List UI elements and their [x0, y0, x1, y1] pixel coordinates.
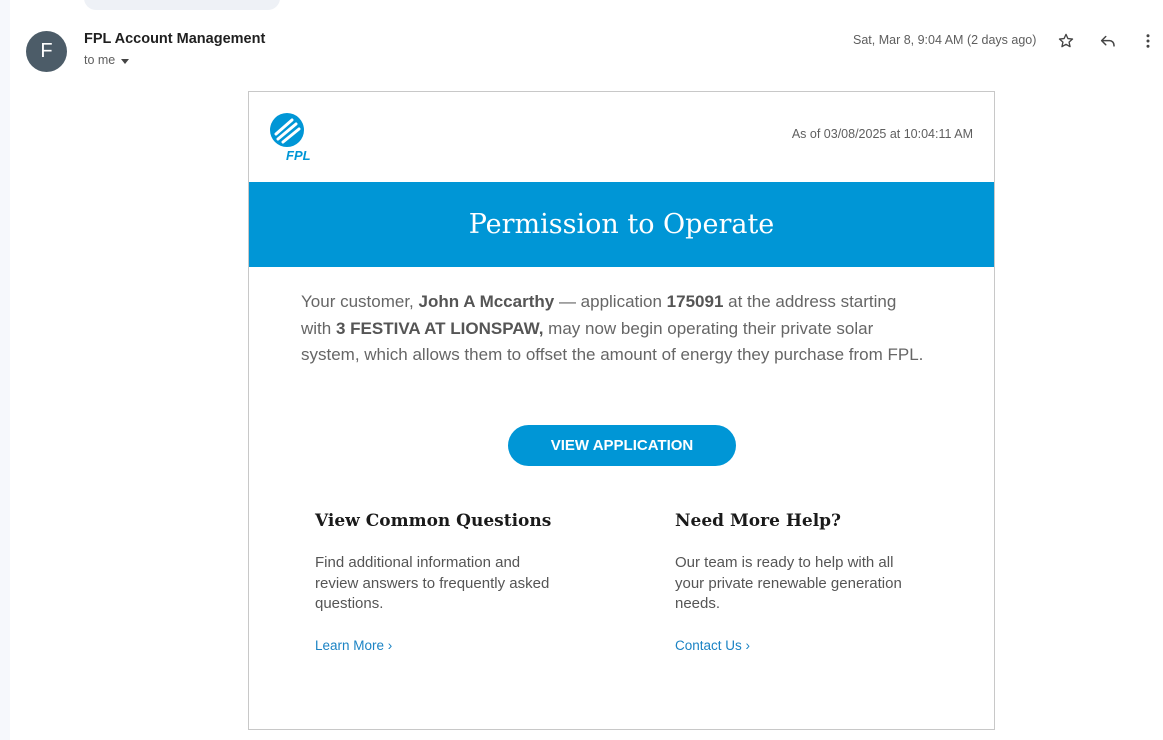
- address: 3 FESTIVA AT LIONSPAW,: [335, 318, 544, 338]
- banner-title: Permission to Operate: [468, 209, 775, 240]
- recipient-details-toggle[interactable]: to me: [84, 53, 130, 67]
- caret-down-icon: [121, 58, 130, 64]
- title-banner: Permission to Operate: [249, 182, 994, 267]
- avatar-letter: F: [40, 40, 53, 62]
- sender-avatar[interactable]: F: [26, 31, 67, 72]
- star-icon[interactable]: [1055, 30, 1077, 52]
- view-application-button[interactable]: VIEW APPLICATION: [508, 425, 736, 466]
- email-body-card: FPL As of 03/08/2025 at 10:04:11 AM Perm…: [248, 91, 995, 730]
- customer-name: John A Mccarthy: [418, 292, 555, 311]
- fpl-logo-text: FPL: [286, 148, 311, 162]
- more-vert-icon[interactable]: [1137, 30, 1159, 52]
- more-help-title: Need More Help?: [675, 511, 842, 531]
- email-date: Sat, Mar 8, 9:04 AM (2 days ago): [853, 33, 1037, 47]
- common-questions-text: Find additional information and review a…: [315, 554, 550, 612]
- recipient-label: to me: [84, 53, 116, 67]
- fpl-logo: FPL: [268, 112, 328, 163]
- learn-more-link[interactable]: Learn More ›: [315, 638, 392, 653]
- common-questions-section: View Common Questions Find additional in…: [315, 511, 575, 653]
- message-body: Your customer, John A Mccarthy — applica…: [301, 292, 924, 364]
- reply-icon[interactable]: [1097, 30, 1119, 52]
- more-help-text: Our team is ready to help with all your …: [675, 554, 902, 612]
- sender-name[interactable]: FPL Account Management: [84, 31, 265, 47]
- more-help-section: Need More Help? Our team is ready to hel…: [675, 511, 935, 653]
- common-questions-title: View Common Questions: [315, 511, 552, 531]
- contact-us-link[interactable]: Contact Us ›: [675, 638, 750, 653]
- previous-message-chip[interactable]: [84, 0, 280, 10]
- side-rail: [0, 0, 10, 740]
- application-number: 175091: [666, 292, 724, 311]
- as-of-timestamp: As of 03/08/2025 at 10:04:11 AM: [791, 127, 973, 141]
